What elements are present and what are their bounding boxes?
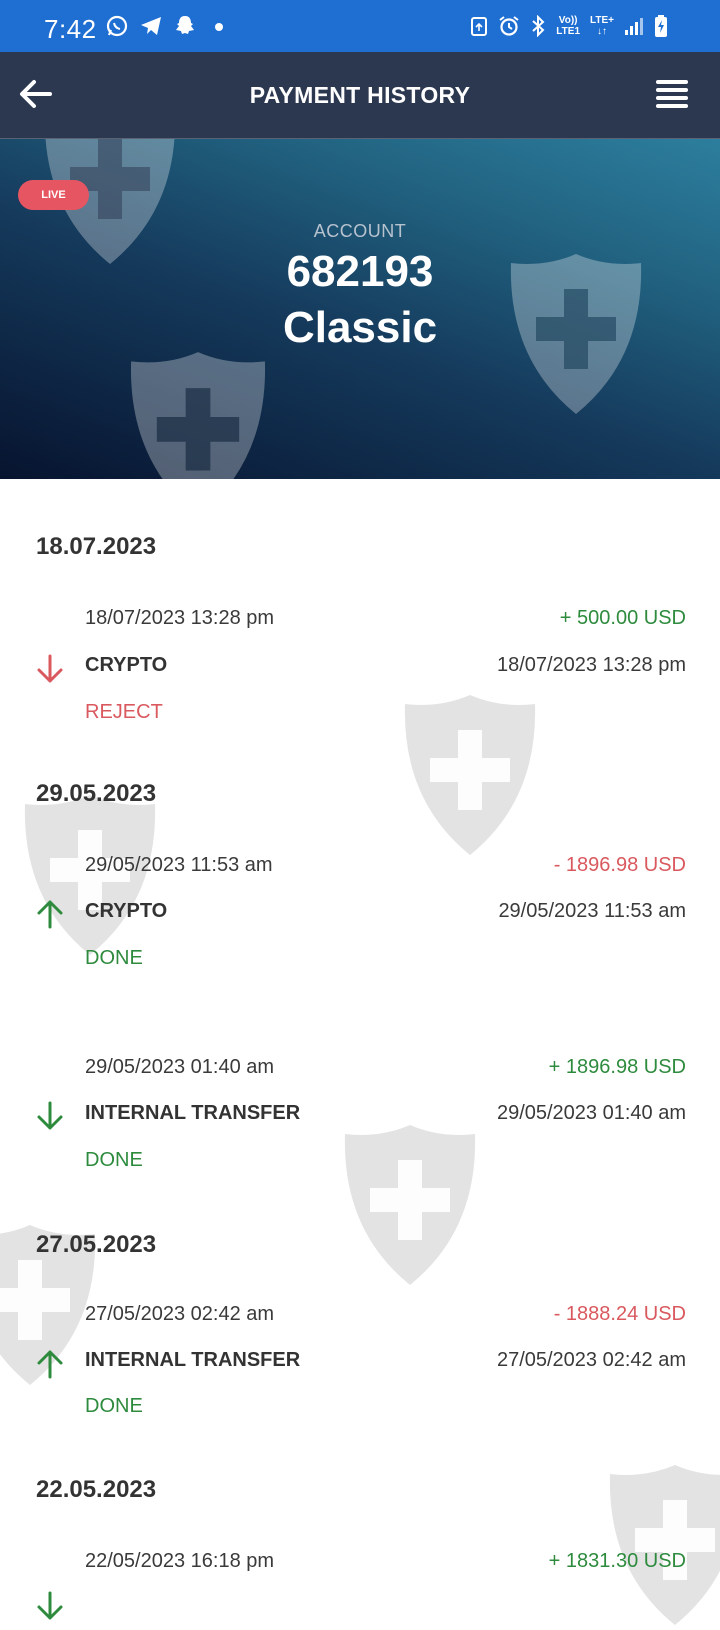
date-header: 27.05.2023 <box>36 1231 157 1258</box>
transaction-time: 18/07/2023 13:28 pm <box>85 607 275 629</box>
live-badge: LIVE <box>18 180 89 210</box>
bluetooth-icon <box>532 15 545 37</box>
transaction-status: DONE <box>85 1149 143 1171</box>
account-type: Classic <box>282 303 438 352</box>
transaction-status: DONE <box>85 1395 143 1417</box>
notification-icons <box>105 14 223 38</box>
alarm-icon <box>499 16 519 36</box>
lte-indicator: LTE+ ↓↑ <box>590 15 614 37</box>
account-number: 682193 <box>286 247 434 296</box>
account-card: LIVE ACCOUNT 682193 Classic <box>0 139 720 479</box>
transaction-date: 27/05/2023 02:42 am <box>496 1349 686 1371</box>
dot-icon <box>215 23 223 31</box>
transaction-amount: + 500.00 USD <box>559 607 686 629</box>
battery-icon <box>655 15 667 37</box>
transaction-amount: - 1888.24 USD <box>553 1303 686 1325</box>
arrow-down-icon <box>37 1591 63 1620</box>
arrow-up-icon <box>37 1350 63 1379</box>
transaction-status: DONE <box>85 947 143 969</box>
page-title: PAYMENT HISTORY <box>249 82 471 108</box>
shield-watermark-icon <box>344 1125 476 1285</box>
system-icons: Vo)) LTE1 LTE+ ↓↑ <box>470 14 668 38</box>
telegram-icon <box>141 17 161 35</box>
transaction-status: REJECT <box>85 701 163 723</box>
shield-watermark-icon <box>609 1465 720 1625</box>
transaction-time: 22/05/2023 16:18 pm <box>85 1550 275 1572</box>
transaction-type[interactable]: CRYPTO <box>85 900 167 923</box>
transaction-date: 29/05/2023 01:40 am <box>496 1102 686 1124</box>
date-header: 18.07.2023 <box>36 533 157 560</box>
arrow-down-icon <box>37 654 63 683</box>
date-header: 29.05.2023 <box>36 780 157 807</box>
transaction-type[interactable]: INTERNAL TRANSFER <box>85 1102 300 1125</box>
account-label: ACCOUNT <box>313 221 407 241</box>
arrow-up-icon <box>37 900 63 929</box>
transaction-amount: + 1831.30 USD <box>548 1550 686 1572</box>
status-time: 7:42 <box>44 14 97 44</box>
snapchat-icon <box>176 16 194 34</box>
date-header: 22.05.2023 <box>36 1476 157 1503</box>
volte-indicator: Vo)) LTE1 <box>556 15 581 37</box>
transaction-time: 29/05/2023 01:40 am <box>85 1056 275 1078</box>
status-bar: 7:42 Vo)) LTE1 LTE+ ↓↑ <box>0 0 720 52</box>
signal-icon <box>625 18 643 35</box>
app-bar: PAYMENT HISTORY <box>0 52 720 139</box>
transaction-time: 29/05/2023 11:53 am <box>85 854 273 876</box>
shield-watermark-icon <box>131 352 265 479</box>
transaction-type[interactable]: CRYPTO <box>85 654 167 677</box>
transaction-date: 29/05/2023 11:53 am <box>498 900 686 922</box>
transaction-amount: + 1896.98 USD <box>548 1056 686 1078</box>
shield-watermark-icon <box>404 695 536 855</box>
recycle-icon <box>471 17 488 36</box>
transaction-time: 27/05/2023 02:42 am <box>85 1303 275 1325</box>
arrow-down-icon <box>37 1101 63 1130</box>
transaction-date: 18/07/2023 13:28 pm <box>496 654 686 676</box>
transaction-type[interactable]: INTERNAL TRANSFER <box>85 1349 300 1372</box>
whatsapp-icon <box>106 15 128 37</box>
transaction-amount: - 1896.98 USD <box>553 854 686 876</box>
menu-icon[interactable] <box>656 80 688 108</box>
